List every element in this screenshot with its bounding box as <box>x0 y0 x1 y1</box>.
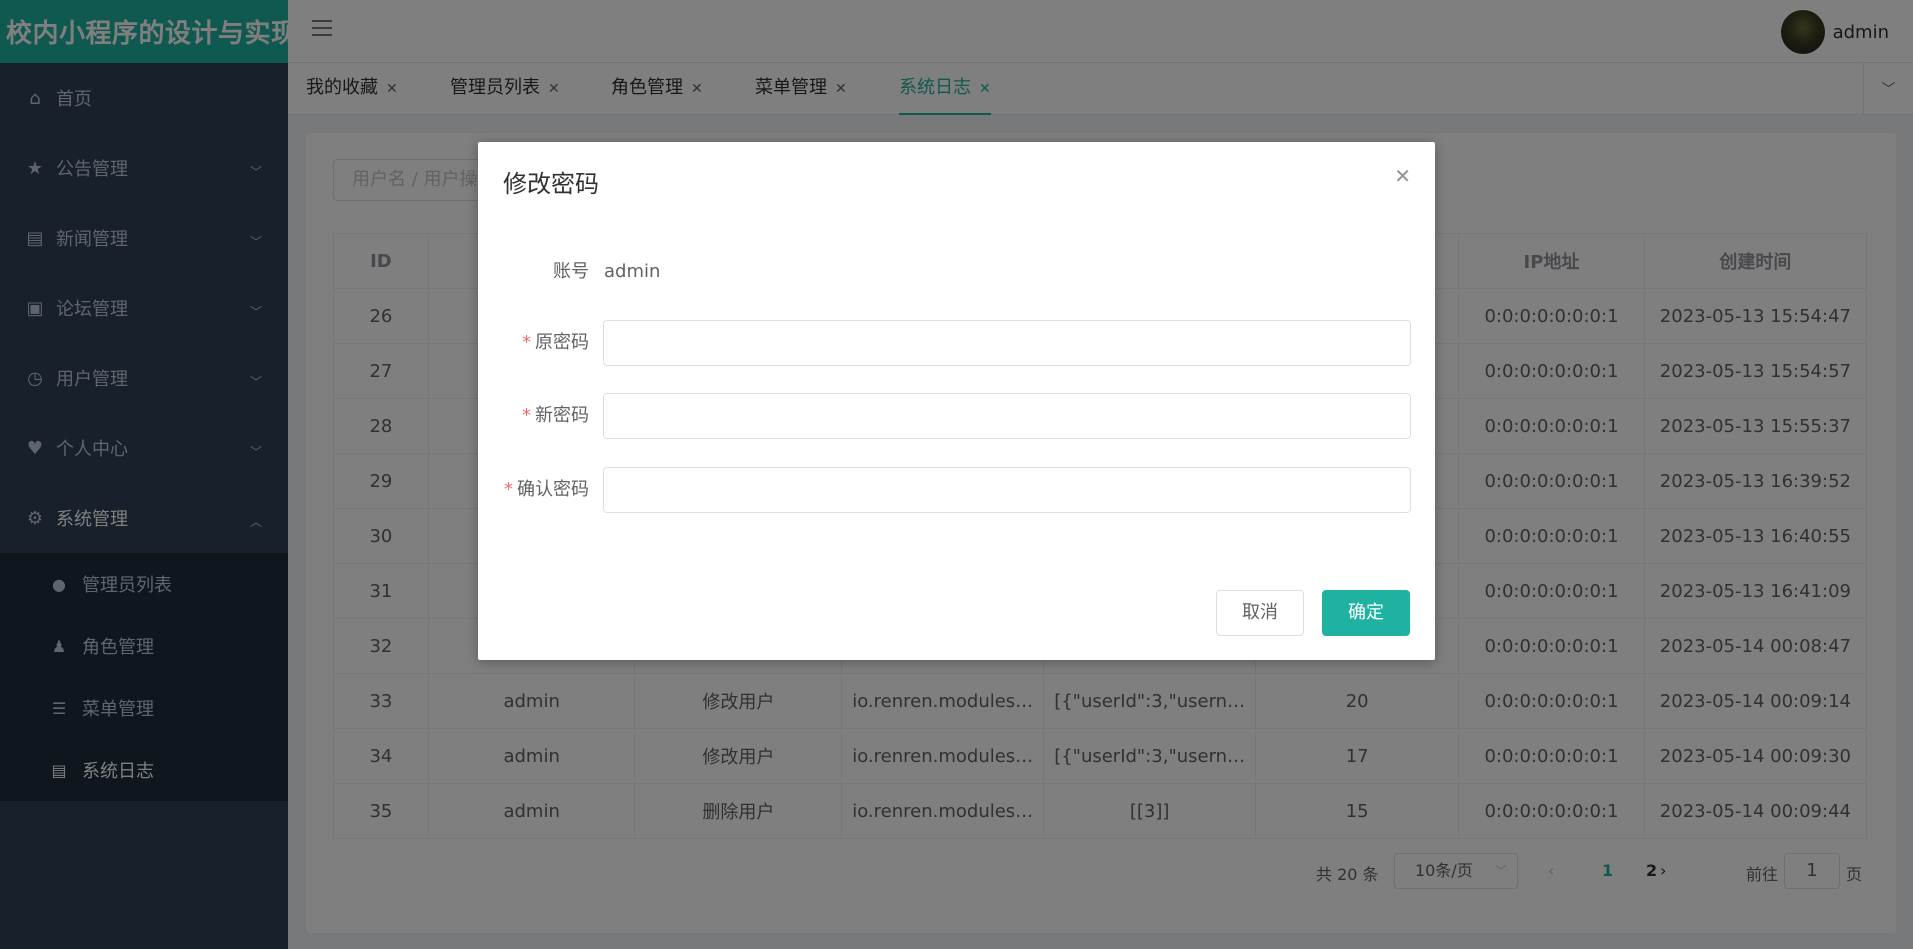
change-password-dialog: 修改密码 ✕ 账号 admin * 原密码 * 新密码 * 确认密码 取消 确定 <box>478 142 1435 660</box>
cancel-button[interactable]: 取消 <box>1216 590 1304 636</box>
close-icon[interactable]: ✕ <box>1394 164 1411 188</box>
required-mark: * <box>522 332 531 353</box>
old-password-field[interactable] <box>603 320 1411 366</box>
old-password-label-text: 原密码 <box>535 332 589 353</box>
required-mark: * <box>504 479 513 500</box>
required-mark: * <box>522 405 531 426</box>
confirm-button[interactable]: 确定 <box>1322 590 1410 636</box>
new-password-field[interactable] <box>603 393 1411 439</box>
account-value: admin <box>604 261 661 282</box>
account-row: 账号 admin <box>478 249 1435 295</box>
new-password-label-text: 新密码 <box>535 405 589 426</box>
old-password-label: * 原密码 <box>522 320 589 366</box>
account-label: 账号 <box>553 261 589 282</box>
new-password-label: * 新密码 <box>522 393 589 439</box>
confirm-password-label: * 确认密码 <box>504 467 589 513</box>
old-password-row: * 原密码 <box>478 320 1435 366</box>
confirm-password-label-text: 确认密码 <box>517 479 589 500</box>
dialog-title: 修改密码 <box>503 170 599 198</box>
confirm-password-field[interactable] <box>603 467 1411 513</box>
new-password-row: * 新密码 <box>478 393 1435 439</box>
confirm-password-row: * 确认密码 <box>478 467 1435 513</box>
